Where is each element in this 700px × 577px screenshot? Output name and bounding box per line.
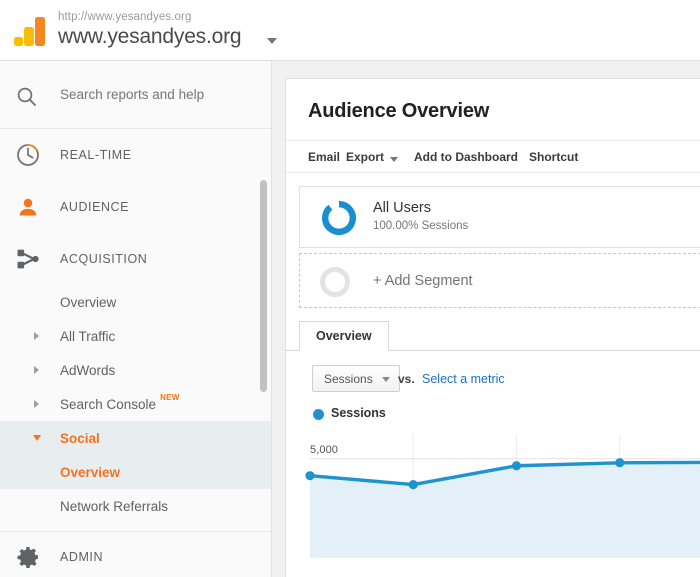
sidebar-item-label: ADMIN (60, 550, 103, 564)
chevron-right-icon (34, 400, 39, 408)
chart-plot-area (299, 428, 700, 558)
chevron-down-icon[interactable] (267, 38, 277, 44)
page-title: Audience Overview (286, 79, 700, 123)
google-analytics-logo[interactable] (13, 16, 51, 48)
sidebar-item-label: AdWords (60, 363, 115, 378)
export-button[interactable]: Export (346, 150, 384, 164)
sidebar-item-label: Network Referrals (60, 499, 168, 514)
empty-donut-icon (320, 267, 350, 297)
account-name[interactable]: www.yesandyes.org (58, 25, 241, 49)
segment-donut-icon (322, 201, 356, 240)
legend-color-swatch (313, 409, 324, 420)
sidebar-item-audience[interactable]: AUDIENCE (0, 181, 271, 233)
sidebar-item-search-console[interactable]: Search Console NEW (0, 387, 271, 421)
add-to-dashboard-button[interactable]: Add to Dashboard (414, 150, 518, 164)
account-url: http://www.yesandyes.org (58, 11, 191, 23)
metric-select[interactable]: Sessions (312, 365, 400, 392)
sidebar-item-acq-overview[interactable]: Overview (0, 285, 271, 319)
segment-all-users[interactable]: All Users 100.00% Sessions (299, 186, 700, 248)
sidebar-item-label: Search Console NEW (60, 397, 180, 412)
search-icon (16, 86, 37, 112)
tab-strip: Overview (286, 321, 700, 351)
clock-icon (14, 141, 42, 169)
legend-label: Sessions (331, 406, 386, 420)
sidebar-item-label: Overview (60, 465, 120, 480)
search-input[interactable] (60, 87, 260, 102)
sidebar-item-label: All Traffic (60, 329, 115, 344)
sidebar-item-social[interactable]: Social (0, 421, 271, 455)
report-card: Audience Overview Email Export Add to Da… (285, 78, 700, 577)
add-segment-label: + Add Segment (373, 273, 473, 289)
chevron-right-icon (34, 366, 39, 374)
sidebar-item-social-overview[interactable]: Overview (0, 455, 271, 489)
chevron-down-icon (33, 435, 41, 441)
report-toolbar: Email Export Add to Dashboard Shortcut (286, 140, 700, 173)
metric-row: Sessions vs. Select a metric (286, 360, 700, 402)
sidebar-item-all-traffic[interactable]: All Traffic (0, 319, 271, 353)
search-row (0, 61, 271, 129)
sidebar-item-label: Social (60, 431, 100, 446)
sidebar-item-label: ACQUISITION (60, 252, 147, 266)
person-icon (14, 193, 42, 221)
sidebar-item-label: Overview (60, 295, 116, 310)
acquisition-share-icon (14, 245, 42, 273)
new-badge: NEW (160, 393, 180, 402)
chevron-right-icon (34, 332, 39, 340)
segment-name: All Users (373, 200, 431, 216)
sidebar-item-label: AUDIENCE (60, 200, 129, 214)
chevron-down-icon[interactable] (390, 157, 398, 162)
add-segment-button[interactable]: + Add Segment (299, 253, 700, 308)
search-console-text: Search Console (60, 397, 156, 412)
sidebar-item-network-referrals[interactable]: Network Referrals (0, 489, 271, 523)
chart-legend: Sessions (286, 402, 700, 428)
sidebar-item-label: REAL-TIME (60, 148, 132, 162)
sidebar-item-real-time[interactable]: REAL-TIME (0, 129, 271, 181)
chevron-down-icon (382, 377, 390, 382)
sessions-line-chart[interactable]: 5,000 2,500 (286, 428, 700, 558)
top-bar: http://www.yesandyes.org www.yesandyes.o… (0, 0, 700, 61)
tab-label: Overview (316, 329, 372, 343)
segment-subtitle: 100.00% Sessions (373, 220, 468, 232)
tab-overview[interactable]: Overview (299, 321, 389, 351)
sidebar: REAL-TIME AUDIENCE (0, 61, 272, 577)
vs-label: vs. (398, 372, 415, 386)
sidebar-item-admin[interactable]: ADMIN (0, 532, 271, 577)
sidebar-item-acquisition[interactable]: ACQUISITION (0, 233, 271, 285)
email-button[interactable]: Email (308, 150, 340, 164)
main-content: Audience Overview Email Export Add to Da… (272, 61, 700, 577)
shortcut-button[interactable]: Shortcut (529, 150, 578, 164)
metric-select-value: Sessions (324, 372, 373, 386)
select-a-metric-link[interactable]: Select a metric (422, 372, 505, 386)
sidebar-scrollbar[interactable] (260, 180, 267, 392)
sidebar-item-adwords[interactable]: AdWords (0, 353, 271, 387)
google-analytics-app: http://www.yesandyes.org www.yesandyes.o… (0, 0, 700, 577)
gear-icon (14, 543, 42, 571)
